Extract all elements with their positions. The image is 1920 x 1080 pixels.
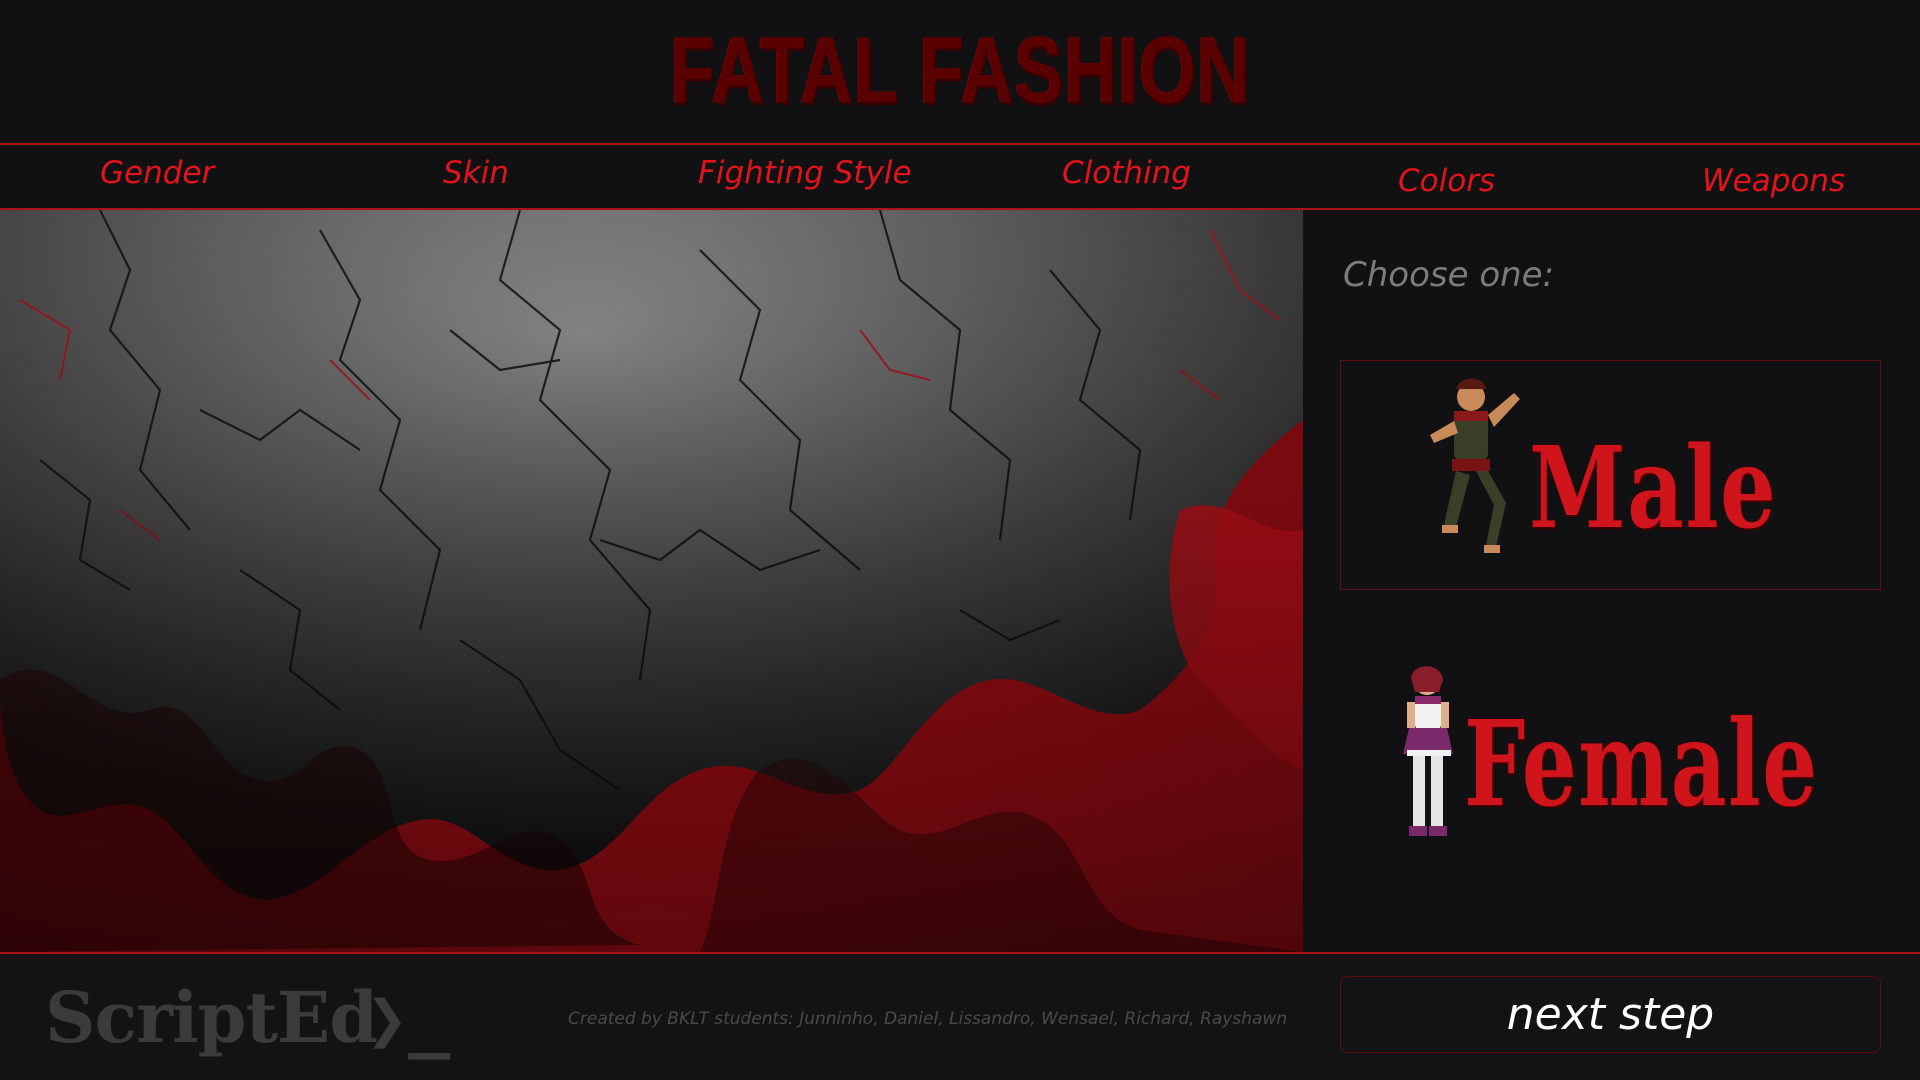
female-label: Female bbox=[1464, 694, 1819, 833]
next-step-label: next step bbox=[1506, 989, 1715, 1040]
choose-prompt: Choose one: bbox=[1343, 255, 1555, 295]
next-step-button[interactable]: next step bbox=[1340, 976, 1881, 1053]
male-option-button[interactable]: Male bbox=[1340, 360, 1881, 590]
female-option-button[interactable]: Female bbox=[1340, 640, 1881, 870]
tab-fighting-style[interactable]: Fighting Style bbox=[698, 155, 912, 191]
footer: ScriptEd ❯_ Created by BKLT students: Ju… bbox=[0, 952, 1920, 1080]
scripted-logo: ScriptEd bbox=[45, 976, 378, 1059]
male-label: Male bbox=[1529, 423, 1778, 554]
male-fighter-sprite-icon bbox=[1430, 378, 1520, 553]
tab-skin[interactable]: Skin bbox=[443, 155, 509, 191]
tab-gender[interactable]: Gender bbox=[100, 155, 214, 191]
step-nav: Gender Skin Fighting Style Clothing Colo… bbox=[0, 143, 1920, 210]
credits-text: Created by BKLT students: Junninho, Dani… bbox=[568, 1009, 1288, 1029]
terminal-prompt-icon: ❯_ bbox=[366, 978, 451, 1060]
female-fighter-sprite-icon bbox=[1403, 666, 1453, 836]
tab-weapons[interactable]: Weapons bbox=[1702, 163, 1845, 199]
game-logo: FATAL FASHION bbox=[669, 16, 1251, 122]
character-preview-stage bbox=[0, 210, 1303, 952]
tab-colors[interactable]: Colors bbox=[1398, 163, 1495, 199]
header: FATAL FASHION bbox=[0, 0, 1920, 143]
cracked-wall-background bbox=[0, 210, 1303, 952]
tab-clothing[interactable]: Clothing bbox=[1062, 155, 1191, 191]
